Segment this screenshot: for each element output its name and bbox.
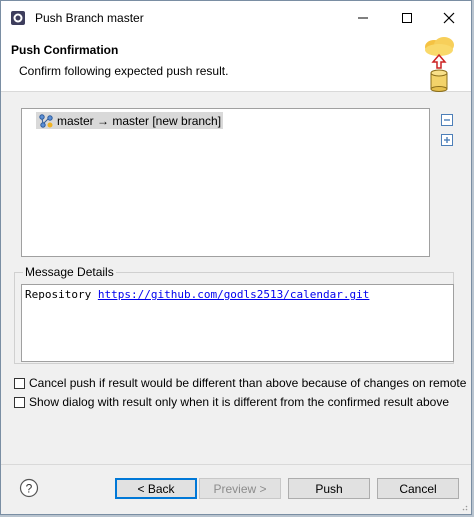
show-dialog-option[interactable]: Show dialog with result only when it is … [14, 395, 449, 409]
message-details-text[interactable]: Repository https://github.com/godls2513/… [21, 284, 454, 362]
cancel-push-label: Cancel push if result would be different… [29, 376, 467, 390]
collapse-all-icon[interactable] [439, 112, 455, 128]
help-icon[interactable]: ? [19, 478, 39, 498]
cancel-push-option[interactable]: Cancel push if result would be different… [14, 376, 466, 390]
show-dialog-checkbox[interactable] [14, 396, 25, 408]
maximize-button[interactable] [385, 1, 429, 35]
minimize-icon [358, 17, 368, 19]
title-bar[interactable]: Push Branch master [1, 1, 471, 35]
push-to-cloud-icon [425, 37, 454, 92]
repository-link[interactable]: https://github.com/godls2513/calendar.gi… [98, 288, 370, 301]
minimize-button[interactable] [341, 1, 385, 35]
message-details-label: Message Details [23, 265, 116, 279]
page-description: Confirm following expected push result. [19, 64, 229, 78]
push-button[interactable]: Push [288, 478, 370, 499]
preview-button[interactable]: Preview > [199, 478, 281, 499]
push-branch-dialog: Push Branch master Push Confirmation Con… [0, 0, 472, 515]
cancel-button[interactable]: Cancel [377, 478, 459, 499]
expand-all-icon[interactable] [439, 132, 455, 148]
wizard-header: Push Confirmation Confirm following expe… [1, 35, 471, 92]
cancel-push-checkbox[interactable] [14, 377, 25, 389]
back-button[interactable]: < Back [115, 478, 197, 499]
close-button[interactable] [427, 1, 471, 35]
tree-item-label: master → master [new branch] [57, 113, 222, 128]
push-result-tree[interactable]: master → master [new branch] [21, 108, 430, 257]
close-icon [443, 12, 455, 24]
repository-label: Repository [25, 288, 92, 301]
window-title: Push Branch master [35, 11, 144, 25]
footer-separator [1, 464, 471, 465]
show-dialog-label: Show dialog with result only when it is … [29, 395, 449, 409]
branch-icon [39, 113, 53, 128]
eclipse-app-icon [11, 11, 25, 25]
tree-item[interactable]: master → master [new branch] [36, 112, 224, 129]
svg-text:?: ? [26, 482, 33, 496]
resize-grip-icon[interactable] [460, 503, 468, 511]
page-title: Push Confirmation [11, 43, 119, 57]
maximize-icon [402, 13, 412, 23]
